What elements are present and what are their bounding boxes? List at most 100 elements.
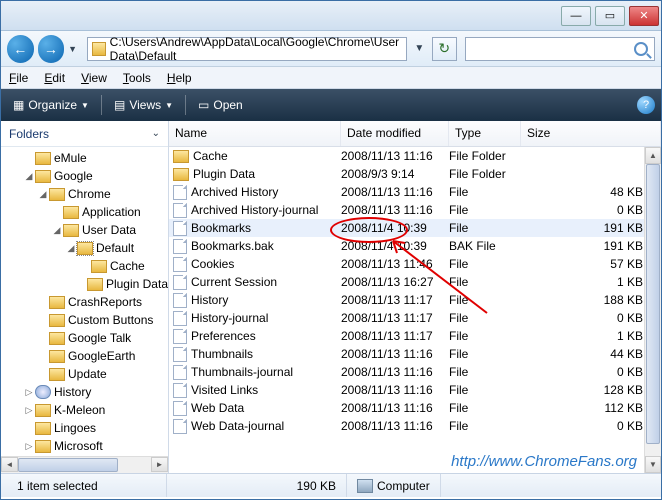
menu-tools[interactable]: Tools bbox=[123, 71, 151, 85]
maximize-button[interactable]: ▭ bbox=[595, 6, 625, 26]
tree-item[interactable]: ▷K-Meleon bbox=[1, 401, 168, 419]
address-bar[interactable]: C:\Users\Andrew\AppData\Local\Google\Chr… bbox=[87, 37, 406, 61]
command-bar: ▦ Organize ▼ ▤ Views ▼ ▭ Open ? bbox=[1, 89, 661, 121]
file-row[interactable]: Thumbnails2008/11/13 11:16File44 KB bbox=[169, 345, 661, 363]
tree-item[interactable]: ▷History bbox=[1, 383, 168, 401]
col-size[interactable]: Size bbox=[521, 121, 661, 146]
open-button[interactable]: ▭ Open bbox=[192, 96, 249, 114]
scroll-left-button[interactable]: ◄ bbox=[1, 457, 18, 472]
tree-item[interactable]: ◢Chrome bbox=[1, 185, 168, 203]
file-type: File bbox=[449, 203, 521, 217]
file-row[interactable]: Thumbnails-journal2008/11/13 11:16File0 … bbox=[169, 363, 661, 381]
tree-item[interactable]: CrashReports bbox=[1, 293, 168, 311]
tree-item[interactable]: ◢Default bbox=[1, 239, 168, 257]
file-date: 2008/11/13 11:46 bbox=[341, 257, 449, 271]
tree-label: eMule bbox=[54, 151, 87, 165]
scroll-down-button[interactable]: ▼ bbox=[645, 456, 661, 473]
file-row[interactable]: Web Data2008/11/13 11:16File112 KB bbox=[169, 399, 661, 417]
expand-icon[interactable]: ◢ bbox=[23, 171, 35, 182]
file-name: Bookmarks.bak bbox=[191, 239, 274, 253]
file-icon bbox=[173, 185, 187, 200]
file-size: 44 KB bbox=[521, 347, 661, 361]
search-icon bbox=[634, 42, 648, 56]
file-type: File bbox=[449, 257, 521, 271]
tree-item[interactable]: Update bbox=[1, 365, 168, 383]
tree-item[interactable]: Plugin Data bbox=[1, 275, 168, 293]
tree-item[interactable]: Application bbox=[1, 203, 168, 221]
expand-icon[interactable]: ▷ bbox=[23, 441, 35, 452]
file-row[interactable]: Bookmarks.bak2008/11/4 10:39BAK File191 … bbox=[169, 237, 661, 255]
scroll-up-button[interactable]: ▲ bbox=[645, 147, 661, 164]
forward-button[interactable]: → bbox=[38, 35, 65, 63]
expand-icon[interactable]: ◢ bbox=[37, 189, 49, 200]
file-row[interactable]: Cookies2008/11/13 11:46File57 KB bbox=[169, 255, 661, 273]
file-date: 2008/11/13 11:16 bbox=[341, 365, 449, 379]
expand-icon[interactable]: ▷ bbox=[23, 387, 35, 398]
file-row[interactable]: Visited Links2008/11/13 11:16File128 KB bbox=[169, 381, 661, 399]
file-row[interactable]: Archived History-journal2008/11/13 11:16… bbox=[169, 201, 661, 219]
tree-item[interactable]: ▷Microsoft bbox=[1, 437, 168, 455]
tree-item[interactable]: Custom Buttons bbox=[1, 311, 168, 329]
tree-item[interactable]: ◢User Data bbox=[1, 221, 168, 239]
titlebar: — ▭ ✕ bbox=[1, 1, 661, 31]
expand-icon[interactable]: ◢ bbox=[51, 225, 63, 236]
tree-item[interactable]: ◢Google bbox=[1, 167, 168, 185]
refresh-button[interactable]: ↻ bbox=[432, 37, 457, 61]
col-name[interactable]: Name bbox=[169, 121, 341, 146]
file-type: File Folder bbox=[449, 149, 521, 163]
vertical-scrollbar[interactable]: ▲ ▼ bbox=[644, 147, 661, 473]
file-name: Visited Links bbox=[191, 383, 258, 397]
minimize-button[interactable]: — bbox=[561, 6, 591, 26]
watermark-link[interactable]: http://www.ChromeFans.org bbox=[451, 453, 637, 470]
scroll-thumb[interactable] bbox=[18, 458, 118, 472]
menu-edit[interactable]: Edit bbox=[44, 71, 65, 85]
col-type[interactable]: Type bbox=[449, 121, 521, 146]
file-row[interactable]: Bookmarks2008/11/4 10:39File191 KB bbox=[169, 219, 661, 237]
file-size: 0 KB bbox=[521, 365, 661, 379]
horizontal-scrollbar[interactable]: ◄ ► bbox=[1, 456, 168, 473]
tree-label: Application bbox=[82, 205, 141, 219]
back-button[interactable]: ← bbox=[7, 35, 34, 63]
tree-item[interactable]: Google Talk bbox=[1, 329, 168, 347]
scroll-track[interactable] bbox=[18, 457, 151, 473]
separator bbox=[101, 95, 102, 115]
tree-item[interactable]: Lingoes bbox=[1, 419, 168, 437]
tree-item[interactable]: GoogleEarth bbox=[1, 347, 168, 365]
file-row[interactable]: Preferences2008/11/13 11:17File1 KB bbox=[169, 327, 661, 345]
file-row[interactable]: History-journal2008/11/13 11:17File0 KB bbox=[169, 309, 661, 327]
organize-button[interactable]: ▦ Organize ▼ bbox=[7, 96, 95, 114]
expand-icon[interactable]: ▷ bbox=[23, 405, 35, 416]
status-location: Computer bbox=[347, 474, 441, 497]
file-row[interactable]: History2008/11/13 11:17File188 KB bbox=[169, 291, 661, 309]
file-row[interactable]: Web Data-journal2008/11/13 11:16File0 KB bbox=[169, 417, 661, 435]
menu-file[interactable]: File bbox=[9, 71, 28, 85]
close-button[interactable]: ✕ bbox=[629, 6, 659, 26]
tree-item[interactable]: Cache bbox=[1, 257, 168, 275]
col-date[interactable]: Date modified bbox=[341, 121, 449, 146]
scroll-thumb[interactable] bbox=[646, 164, 660, 444]
menu-help[interactable]: Help bbox=[167, 71, 192, 85]
file-date: 2008/11/13 11:17 bbox=[341, 329, 449, 343]
expand-icon[interactable]: ◢ bbox=[65, 243, 77, 254]
file-icon bbox=[173, 293, 187, 308]
folders-header[interactable]: Folders ⌄ bbox=[1, 121, 168, 147]
menu-view[interactable]: View bbox=[81, 71, 107, 85]
file-name: Archived History-journal bbox=[191, 203, 318, 217]
file-row[interactable]: Cache2008/11/13 11:16File Folder bbox=[169, 147, 661, 165]
tree-label: Plugin Data bbox=[106, 277, 168, 291]
scroll-right-button[interactable]: ► bbox=[151, 457, 168, 472]
menu-bar: File Edit View Tools Help bbox=[1, 67, 661, 89]
file-name: Web Data-journal bbox=[191, 419, 284, 433]
status-selection: 1 item selected bbox=[7, 474, 167, 497]
file-row[interactable]: Archived History2008/11/13 11:16File48 K… bbox=[169, 183, 661, 201]
chevron-down-icon: ▼ bbox=[165, 101, 173, 110]
file-row[interactable]: Plugin Data2008/9/3 9:14File Folder bbox=[169, 165, 661, 183]
views-button[interactable]: ▤ Views ▼ bbox=[108, 96, 179, 114]
history-dropdown[interactable]: ▼ bbox=[68, 44, 83, 54]
file-type: File bbox=[449, 383, 521, 397]
help-button[interactable]: ? bbox=[637, 96, 655, 114]
file-row[interactable]: Current Session2008/11/13 16:27File1 KB bbox=[169, 273, 661, 291]
tree-item[interactable]: eMule bbox=[1, 149, 168, 167]
search-box[interactable] bbox=[465, 37, 655, 61]
address-dropdown[interactable]: ▼ bbox=[411, 43, 428, 54]
